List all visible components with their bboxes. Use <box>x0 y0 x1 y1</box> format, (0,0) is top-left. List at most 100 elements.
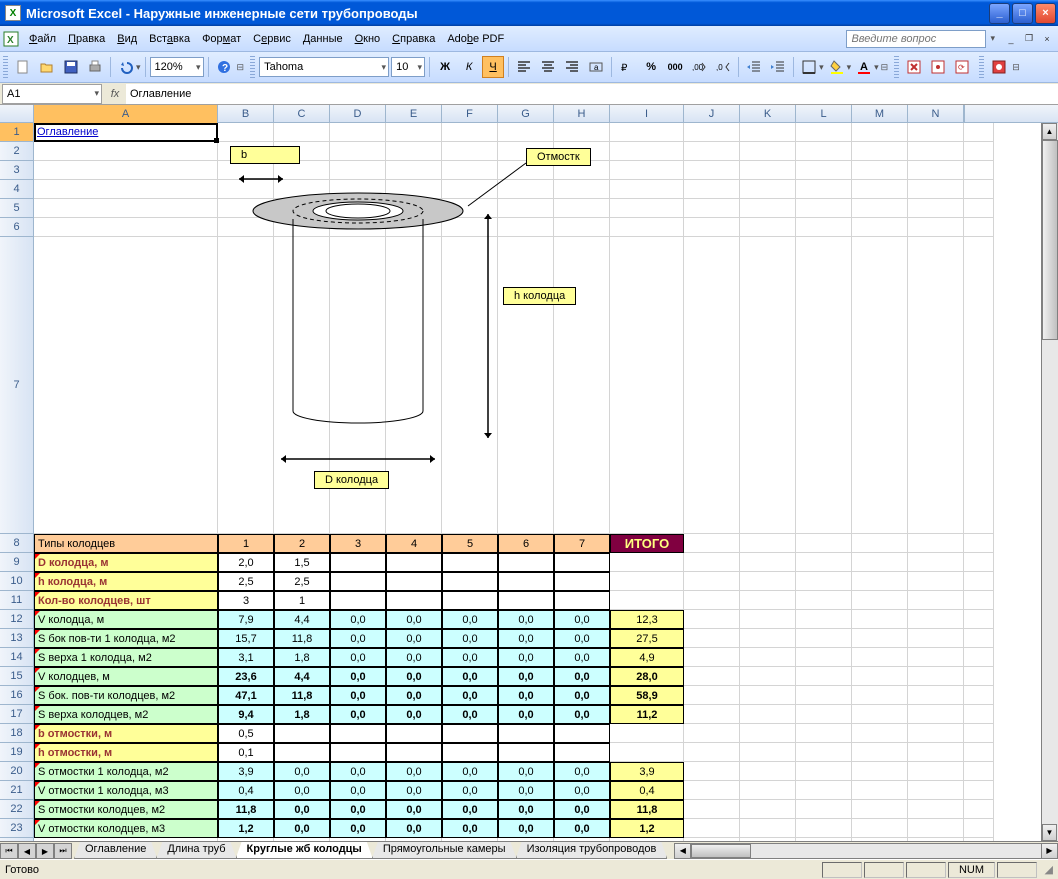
dec-indent-button[interactable] <box>743 56 765 78</box>
row-header-21[interactable]: 21 <box>0 781 34 800</box>
cell[interactable] <box>796 218 852 237</box>
cell[interactable] <box>964 648 994 667</box>
cell[interactable]: 9,4 <box>218 705 274 724</box>
row-header-22[interactable]: 22 <box>0 800 34 819</box>
cell[interactable] <box>852 142 908 161</box>
cell[interactable] <box>796 667 852 686</box>
cell[interactable]: 7,9 <box>218 610 274 629</box>
cell[interactable]: Типы колодцев <box>34 534 218 553</box>
cell[interactable] <box>554 838 610 841</box>
borders-button[interactable] <box>798 56 820 78</box>
cell[interactable] <box>908 218 964 237</box>
cell[interactable] <box>908 724 964 743</box>
cell[interactable] <box>796 161 852 180</box>
cell[interactable]: 0,0 <box>330 800 386 819</box>
menu-edit[interactable]: Правка <box>62 31 111 47</box>
cell[interactable] <box>554 553 610 572</box>
row-header-15[interactable]: 15 <box>0 667 34 686</box>
cell[interactable] <box>498 123 554 142</box>
cell[interactable]: 0,0 <box>386 610 442 629</box>
menu-view[interactable]: Вид <box>111 31 143 47</box>
menu-file[interactable]: Файл <box>23 31 62 47</box>
name-box[interactable]: A1 <box>2 84 102 104</box>
cell[interactable] <box>684 762 740 781</box>
cell[interactable] <box>554 123 610 142</box>
cell[interactable] <box>852 629 908 648</box>
doc-close-button[interactable]: × <box>1039 32 1055 46</box>
cell[interactable]: 0,0 <box>386 762 442 781</box>
cell[interactable]: 0,0 <box>330 686 386 705</box>
cell[interactable] <box>964 629 994 648</box>
cell[interactable] <box>740 142 796 161</box>
cell[interactable] <box>740 705 796 724</box>
cell[interactable] <box>684 218 740 237</box>
row-header-2[interactable]: 2 <box>0 142 34 161</box>
cell[interactable] <box>852 180 908 199</box>
cell[interactable]: 0,0 <box>386 648 442 667</box>
row-header-20[interactable]: 20 <box>0 762 34 781</box>
cell[interactable] <box>796 686 852 705</box>
col-header-K[interactable]: K <box>740 105 796 123</box>
cell[interactable] <box>498 572 554 591</box>
cell[interactable]: V отмостки колодцев, м3 <box>34 819 218 838</box>
col-header-L[interactable]: L <box>796 105 852 123</box>
cell[interactable] <box>908 667 964 686</box>
cell[interactable] <box>796 123 852 142</box>
cell[interactable] <box>274 743 330 762</box>
cell[interactable] <box>852 572 908 591</box>
cell[interactable]: 3,9 <box>218 762 274 781</box>
cell[interactable] <box>964 743 994 762</box>
cell[interactable] <box>964 180 994 199</box>
cell[interactable]: 0,0 <box>386 781 442 800</box>
cell[interactable] <box>740 686 796 705</box>
cell[interactable] <box>964 610 994 629</box>
cell[interactable] <box>852 800 908 819</box>
cell[interactable]: 27,5 <box>610 629 684 648</box>
cell[interactable] <box>684 705 740 724</box>
row-header-11[interactable]: 11 <box>0 591 34 610</box>
col-header-J[interactable]: J <box>684 105 740 123</box>
cell[interactable] <box>908 762 964 781</box>
cell[interactable] <box>740 800 796 819</box>
cell[interactable] <box>34 199 218 218</box>
cell[interactable] <box>740 180 796 199</box>
cell[interactable] <box>796 591 852 610</box>
cell[interactable] <box>964 161 994 180</box>
cell[interactable]: 3 <box>218 591 274 610</box>
spreadsheet-grid[interactable]: ABCDEFGHIJKLMN 1234567891011121314151617… <box>0 105 1058 841</box>
cell[interactable]: V колодца, м <box>34 610 218 629</box>
cell[interactable]: 0,0 <box>498 819 554 838</box>
sheet-tab[interactable]: Изоляция трубопроводов <box>516 842 668 859</box>
cell[interactable] <box>796 629 852 648</box>
cell[interactable] <box>610 123 684 142</box>
cell[interactable]: 0,0 <box>442 819 498 838</box>
cell[interactable] <box>684 629 740 648</box>
row-header-17[interactable]: 17 <box>0 705 34 724</box>
cell[interactable] <box>610 743 684 762</box>
cell[interactable]: 2,5 <box>218 572 274 591</box>
cell[interactable] <box>34 142 218 161</box>
cell[interactable] <box>852 686 908 705</box>
cell[interactable] <box>740 218 796 237</box>
vscroll-track[interactable] <box>1042 140 1058 824</box>
col-header-I[interactable]: I <box>610 105 684 123</box>
cell[interactable]: 0,0 <box>554 781 610 800</box>
col-header-N[interactable]: N <box>908 105 964 123</box>
cell[interactable]: 0,0 <box>442 686 498 705</box>
cell[interactable]: 0,0 <box>274 819 330 838</box>
italic-button[interactable]: К <box>458 56 480 78</box>
cell[interactable] <box>796 781 852 800</box>
row-header-7[interactable]: 7 <box>0 237 34 534</box>
pdf-email-button[interactable] <box>927 56 949 78</box>
last-tab-button[interactable]: ⏭ <box>54 843 72 859</box>
cell[interactable] <box>610 591 684 610</box>
cell[interactable]: D колодца, м <box>34 553 218 572</box>
cell[interactable] <box>684 838 740 841</box>
cell[interactable]: S бок. пов-ти колодцев, м2 <box>34 686 218 705</box>
cell[interactable] <box>796 819 852 838</box>
cell[interactable] <box>908 142 964 161</box>
cell[interactable] <box>274 838 330 841</box>
cell[interactable] <box>34 838 218 841</box>
menu-tools[interactable]: Сервис <box>247 31 297 47</box>
cell[interactable] <box>908 199 964 218</box>
